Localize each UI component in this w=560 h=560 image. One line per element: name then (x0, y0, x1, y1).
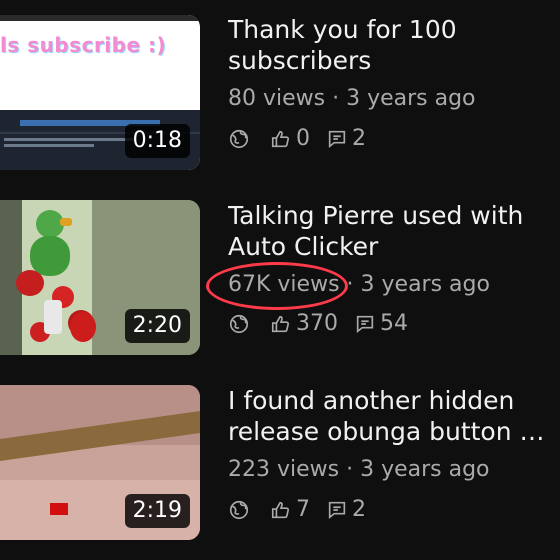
video-title[interactable]: Thank you for 100 subscribers (228, 14, 558, 76)
video-stats: 7 2 (228, 497, 366, 522)
like-count: 370 (296, 311, 338, 336)
video-thumbnail[interactable]: 2:19 (0, 385, 200, 540)
video-duration: 0:18 (124, 124, 190, 158)
globe-icon (228, 499, 250, 521)
video-title-line: I found another hidden (228, 386, 515, 415)
video-thumbnail[interactable]: 2:20 (0, 200, 200, 355)
video-stats: 0 2 (228, 126, 366, 151)
video-age: · 3 years ago (346, 272, 490, 297)
comment-count: 54 (380, 311, 408, 336)
views-highlight-circle (206, 262, 348, 310)
like-count: 0 (296, 126, 310, 151)
video-meta: 223 views · 3 years ago (228, 457, 490, 482)
video-duration: 2:19 (124, 494, 190, 528)
video-duration: 2:20 (124, 309, 190, 343)
thumbs-up-icon (270, 499, 292, 521)
comment-icon (354, 313, 376, 335)
comment-count: 2 (352, 126, 366, 151)
video-title-line: Thank you for 100 (228, 15, 457, 44)
comment-count: 2 (352, 497, 366, 522)
video-title-line: Talking Pierre used with (228, 201, 524, 230)
globe-icon (228, 128, 250, 150)
like-count: 7 (296, 497, 310, 522)
thumbs-up-icon (270, 313, 292, 335)
video-title[interactable]: Talking Pierre used with Auto Clicker (228, 200, 558, 262)
video-thumbnail[interactable]: ls subscribe :) 0:18 (0, 15, 200, 170)
video-title-line: release obunga button bot... (228, 417, 558, 446)
video-title-line: Auto Clicker (228, 232, 379, 261)
comment-icon (326, 128, 348, 150)
video-title[interactable]: I found another hidden release obunga bu… (228, 385, 558, 447)
video-item[interactable]: 2:19 I found another hidden release obun… (0, 370, 560, 560)
thumbs-up-icon (270, 128, 292, 150)
thumbnail-subscribe-text: ls subscribe :) (0, 33, 167, 57)
comment-icon (326, 499, 348, 521)
thumbnail-red-button (50, 503, 68, 515)
video-stats: 370 54 (228, 311, 408, 336)
thumbnail-top-strip (0, 15, 200, 21)
globe-icon (228, 313, 250, 335)
video-item[interactable]: ls subscribe :) 0:18 Thank you for 100 s… (0, 0, 560, 175)
video-meta: 80 views · 3 years ago (228, 86, 476, 111)
video-title-line: subscribers (228, 46, 372, 75)
